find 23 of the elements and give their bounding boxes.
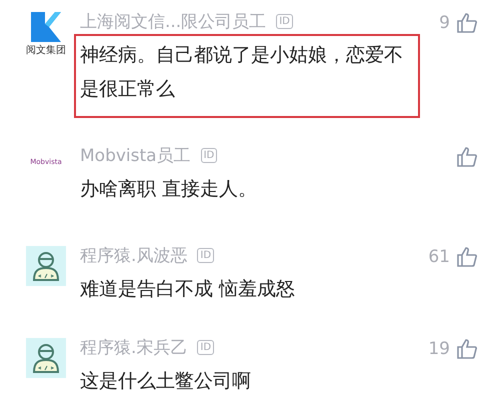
user-name[interactable]: Mobvista员工 bbox=[80, 144, 191, 166]
k-logo-icon bbox=[31, 12, 61, 42]
thumbs-up-icon[interactable] bbox=[456, 246, 478, 268]
id-badge: ID bbox=[197, 248, 214, 262]
thumbs-up-icon[interactable] bbox=[456, 146, 478, 168]
comment-text: 这是什么土鳖公司啊 bbox=[80, 370, 251, 392]
comment-text: 神经病。自己都说了是小姑娘，恋爱不是很正常么 bbox=[80, 44, 403, 100]
like-count: 19 bbox=[428, 339, 450, 359]
thumbs-up-icon[interactable] bbox=[456, 12, 478, 34]
comment-text: 办啥离职 直接走人。 bbox=[80, 178, 258, 200]
user-name[interactable]: 程序猿.宋兵乙 bbox=[80, 336, 188, 358]
like-count: 9 bbox=[439, 13, 450, 33]
user-name[interactable]: 程序猿.风波恶 bbox=[80, 244, 188, 266]
like-count: 61 bbox=[428, 247, 450, 267]
id-badge: ID bbox=[200, 148, 218, 162]
thumbs-up-icon[interactable] bbox=[456, 338, 478, 360]
id-badge: ID bbox=[276, 14, 293, 28]
logo-caption: 阅文集团 bbox=[26, 44, 66, 57]
id-badge: ID bbox=[197, 340, 214, 354]
comment-text: 难道是告白不成 恼羞成怒 bbox=[80, 278, 296, 300]
coder-avatar-icon bbox=[26, 338, 66, 378]
user-name[interactable]: 上海阅文信...限公司员工 bbox=[80, 10, 266, 32]
coder-avatar-icon bbox=[26, 246, 66, 286]
